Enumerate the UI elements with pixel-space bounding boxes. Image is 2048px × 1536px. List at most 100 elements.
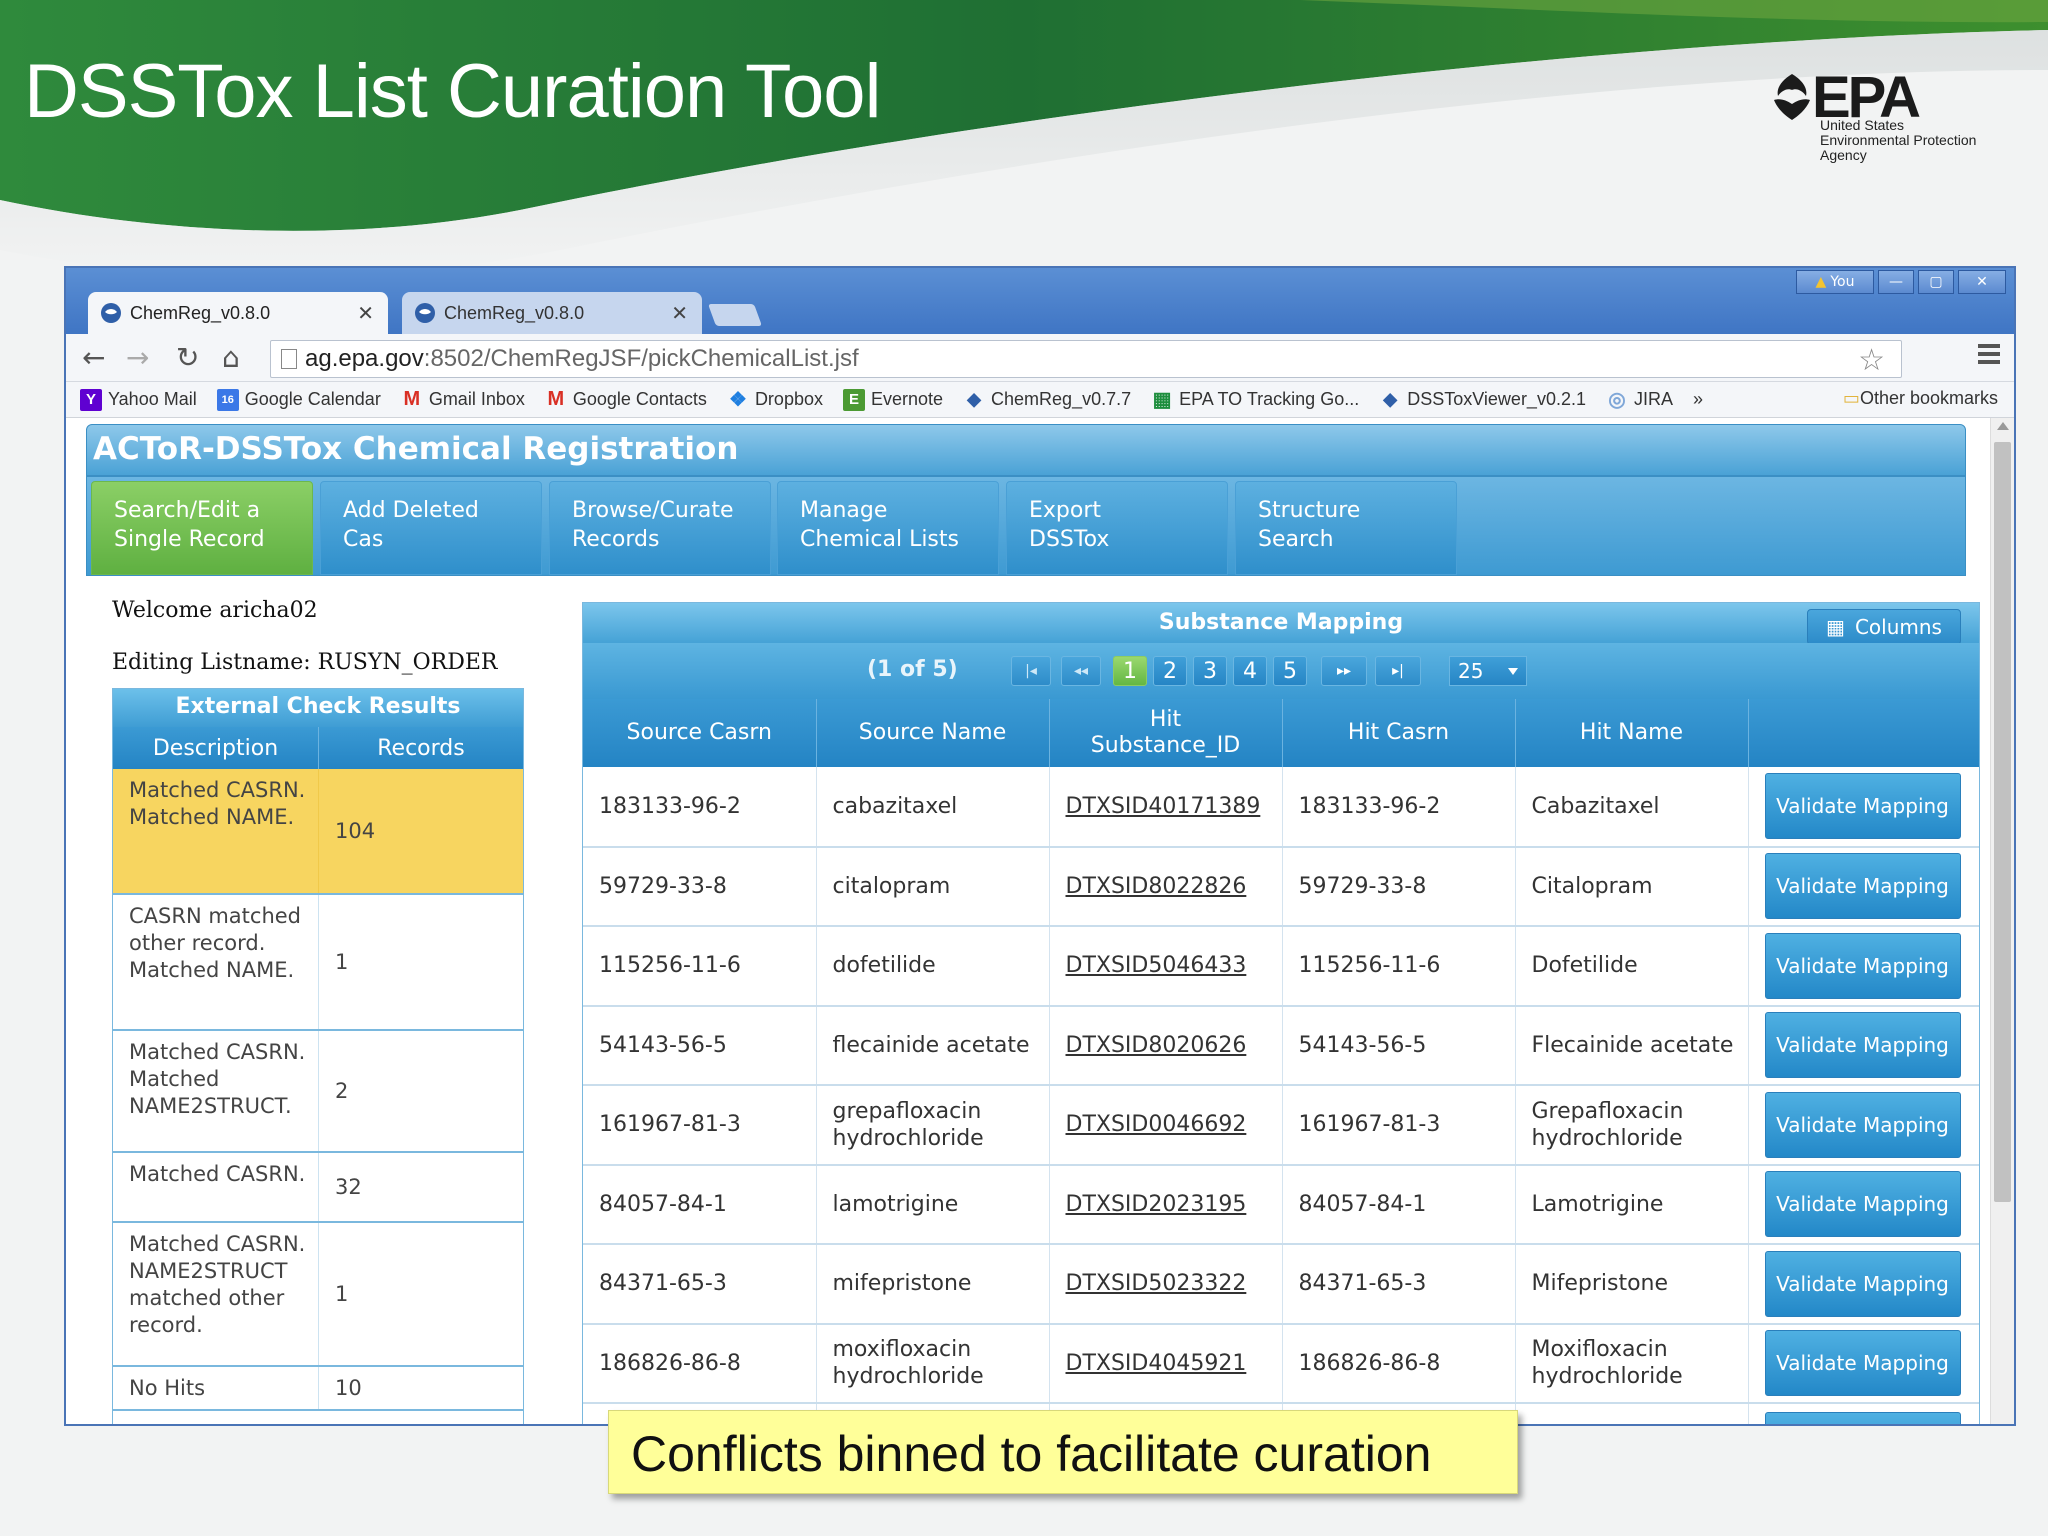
validate-mapping-button[interactable]: Validate Mapping bbox=[1764, 1250, 1961, 1317]
minimize-button[interactable]: — bbox=[1878, 270, 1914, 294]
gmail-icon: M bbox=[547, 388, 565, 410]
bookmark-jira[interactable]: ◎ JIRA bbox=[1606, 389, 1673, 411]
menu-add-deleted-cas[interactable]: Add Deleted Cas bbox=[320, 481, 542, 575]
editing-listname: Editing Listname: RUSYN_ORDER bbox=[112, 650, 498, 675]
table-row: 115256-11-6 dofetilide DTXSID5046433 115… bbox=[583, 926, 1979, 1007]
menu-structure-search[interactable]: Structure Search bbox=[1235, 481, 1457, 575]
validate-mapping-button[interactable]: Validate Mapping bbox=[1764, 1412, 1961, 1424]
hit-substance-link[interactable]: DTXSID5046433 bbox=[1049, 926, 1283, 1007]
column-header-source-name[interactable]: Source Name bbox=[816, 699, 1050, 767]
column-header-description[interactable]: Description bbox=[113, 727, 319, 769]
bookmark-evernote[interactable]: E Evernote bbox=[842, 388, 943, 411]
bookmark-google-contacts[interactable]: M Google Contacts bbox=[545, 388, 707, 411]
column-header-records[interactable]: Records bbox=[319, 727, 523, 769]
table-row: 186826-86-8 moxifloxacin hydrochloride D… bbox=[583, 1323, 1979, 1404]
page-info: (1 of 5) bbox=[867, 657, 958, 682]
last-page-icon[interactable]: ▸| bbox=[1375, 656, 1421, 686]
external-check-row[interactable]: Matched CASRN. 32 bbox=[113, 1153, 523, 1223]
close-tab-icon[interactable]: ✕ bbox=[671, 301, 688, 326]
columns-icon: ▦ bbox=[1826, 615, 1845, 639]
bookmark-chemreg[interactable]: ◆ ChemReg_v0.7.7 bbox=[963, 389, 1131, 411]
epa-favicon-icon bbox=[415, 303, 435, 323]
hit-substance-link[interactable]: DTXSID5023322 bbox=[1049, 1244, 1283, 1325]
bookmark-yahoo-mail[interactable]: Y Yahoo Mail bbox=[80, 388, 197, 411]
scroll-up-icon[interactable] bbox=[1997, 422, 2009, 430]
page-button[interactable]: 2 bbox=[1153, 656, 1187, 686]
hit-substance-link[interactable]: DTXSID0046692 bbox=[1049, 1085, 1283, 1166]
validate-mapping-button[interactable]: Validate Mapping bbox=[1764, 1330, 1961, 1397]
page-button[interactable]: 5 bbox=[1273, 656, 1307, 686]
browser-tab[interactable]: ChemReg_v0.8.0 ✕ bbox=[402, 292, 702, 334]
bookmark-gmail-inbox[interactable]: M Gmail Inbox bbox=[401, 388, 524, 411]
rows-per-page-select[interactable]: 25 bbox=[1449, 656, 1527, 686]
browser-menu-icon[interactable] bbox=[1978, 344, 2000, 366]
external-check-row[interactable]: CASRN matched other record. Matched NAME… bbox=[113, 895, 523, 1031]
bookmarks-overflow-chevron-icon[interactable]: » bbox=[1693, 389, 1703, 410]
table-row: 54143-56-5 flecainide acetate DTXSID8020… bbox=[583, 1005, 1979, 1086]
window-controls: ▲ You — ▢ ✕ bbox=[1796, 270, 2006, 294]
dropbox-icon: ❖ bbox=[728, 389, 747, 411]
table-row: 183133-96-2 cabazitaxel DTXSID40171389 1… bbox=[583, 767, 1979, 848]
user-profile-button[interactable]: ▲ You bbox=[1796, 270, 1874, 294]
hit-substance-link[interactable]: DTXSID2023195 bbox=[1049, 1164, 1283, 1245]
browser-tab-active[interactable]: ChemReg_v0.8.0 ✕ bbox=[88, 292, 388, 334]
epa-favicon-icon bbox=[101, 303, 121, 323]
menu-export-dsstox[interactable]: Export DSSTox bbox=[1006, 481, 1228, 575]
column-header-hit-substance-id[interactable]: Hit Substance_ID bbox=[1049, 699, 1283, 767]
external-check-row[interactable]: No Hits 10 bbox=[113, 1367, 523, 1411]
table-header-row: Source Casrn Source Name Hit Substance_I… bbox=[583, 699, 1979, 767]
substance-mapping-title: Substance Mapping bbox=[583, 603, 1979, 643]
previous-page-icon[interactable]: ◂◂ bbox=[1061, 656, 1101, 686]
hit-substance-link[interactable]: DTXSID4045921 bbox=[1049, 1323, 1283, 1404]
hit-substance-link[interactable]: DTXSID8020626 bbox=[1049, 1005, 1283, 1086]
menu-browse-curate-records[interactable]: Browse/Curate Records bbox=[549, 481, 771, 575]
hit-substance-link[interactable]: DTXSID40171389 bbox=[1049, 767, 1283, 848]
column-header-hit-casrn[interactable]: Hit Casrn bbox=[1282, 699, 1516, 767]
address-bar[interactable]: ag.epa.gov:8502/ChemRegJSF/pickChemicalL… bbox=[270, 340, 1902, 378]
back-arrow-icon[interactable]: ← bbox=[82, 342, 105, 374]
substance-mapping-panel: Substance Mapping ▦ Columns (1 of 5) |◂ ◂… bbox=[582, 602, 1980, 1424]
external-check-header: Description Records bbox=[113, 727, 523, 769]
maximize-button[interactable]: ▢ bbox=[1918, 270, 1954, 294]
scrollbar-thumb[interactable] bbox=[1994, 442, 2011, 1202]
validate-mapping-button[interactable]: Validate Mapping bbox=[1764, 1012, 1961, 1079]
table-row: 59729-33-8 citalopram DTXSID8022826 5972… bbox=[583, 846, 1979, 927]
other-bookmarks[interactable]: ▭ Other bookmarks bbox=[1843, 388, 1998, 409]
new-tab-button[interactable] bbox=[707, 304, 763, 326]
home-icon[interactable]: ⌂ bbox=[222, 342, 240, 374]
bookmark-epa-to-tracking[interactable]: ▦ EPA TO Tracking Go... bbox=[1151, 389, 1360, 411]
validate-mapping-button[interactable]: Validate Mapping bbox=[1764, 1091, 1961, 1158]
validate-mapping-button[interactable]: Validate Mapping bbox=[1764, 932, 1961, 999]
external-check-row[interactable]: Matched CASRN. Matched NAME2STRUCT. 2 bbox=[113, 1031, 523, 1153]
main-menu: Search/Edit a Single Record Add Deleted Ca… bbox=[86, 476, 1966, 576]
columns-button[interactable]: ▦ Columns bbox=[1807, 609, 1961, 645]
column-header-hit-name[interactable]: Hit Name bbox=[1515, 699, 1749, 767]
hit-substance-link[interactable]: DTXSID8022826 bbox=[1049, 846, 1283, 927]
bookmark-google-calendar[interactable]: 16 Google Calendar bbox=[216, 388, 381, 411]
reload-icon[interactable]: ↻ bbox=[176, 342, 199, 374]
validate-mapping-button[interactable]: Validate Mapping bbox=[1764, 1171, 1961, 1238]
menu-search-edit-single-record[interactable]: Search/Edit a Single Record bbox=[91, 481, 313, 575]
bookmark-dsstoxviewer[interactable]: ◆ DSSToxViewer_v0.2.1 bbox=[1379, 389, 1586, 411]
page-button[interactable]: 1 bbox=[1113, 656, 1147, 686]
substance-mapping-table: Source Casrn Source Name Hit Substance_I… bbox=[583, 699, 1979, 1424]
validate-mapping-button[interactable]: Validate Mapping bbox=[1764, 773, 1961, 840]
close-window-button[interactable]: ✕ bbox=[1958, 270, 2006, 294]
vertical-scrollbar[interactable] bbox=[1990, 418, 2014, 1424]
page-button[interactable]: 4 bbox=[1233, 656, 1267, 686]
validate-mapping-button[interactable]: Validate Mapping bbox=[1764, 853, 1961, 920]
column-header-source-casrn[interactable]: Source Casrn bbox=[583, 699, 817, 767]
external-check-row[interactable]: Matched CASRN. Matched NAME. 104 bbox=[113, 769, 523, 895]
close-tab-icon[interactable]: ✕ bbox=[357, 301, 374, 326]
external-check-row[interactable]: Matched CASRN. NAME2STRUCT matched other… bbox=[113, 1223, 523, 1367]
first-page-icon[interactable]: |◂ bbox=[1011, 656, 1051, 686]
bookmark-dropbox[interactable]: ❖ Dropbox bbox=[727, 389, 823, 411]
page-button[interactable]: 3 bbox=[1193, 656, 1227, 686]
browser-toolbar: ← → ↻ ⌂ ag.epa.gov:8502/ChemRegJSF/pickC… bbox=[66, 334, 2014, 382]
gmail-icon: M bbox=[403, 388, 421, 410]
bookmark-star-icon[interactable]: ☆ bbox=[1858, 343, 1885, 378]
slide: DSSTox List Curation Tool EPA United Sta… bbox=[0, 0, 2048, 1536]
forward-arrow-icon[interactable]: → bbox=[126, 342, 149, 374]
next-page-icon[interactable]: ▸▸ bbox=[1321, 656, 1367, 686]
menu-manage-chemical-lists[interactable]: Manage Chemical Lists bbox=[777, 481, 999, 575]
